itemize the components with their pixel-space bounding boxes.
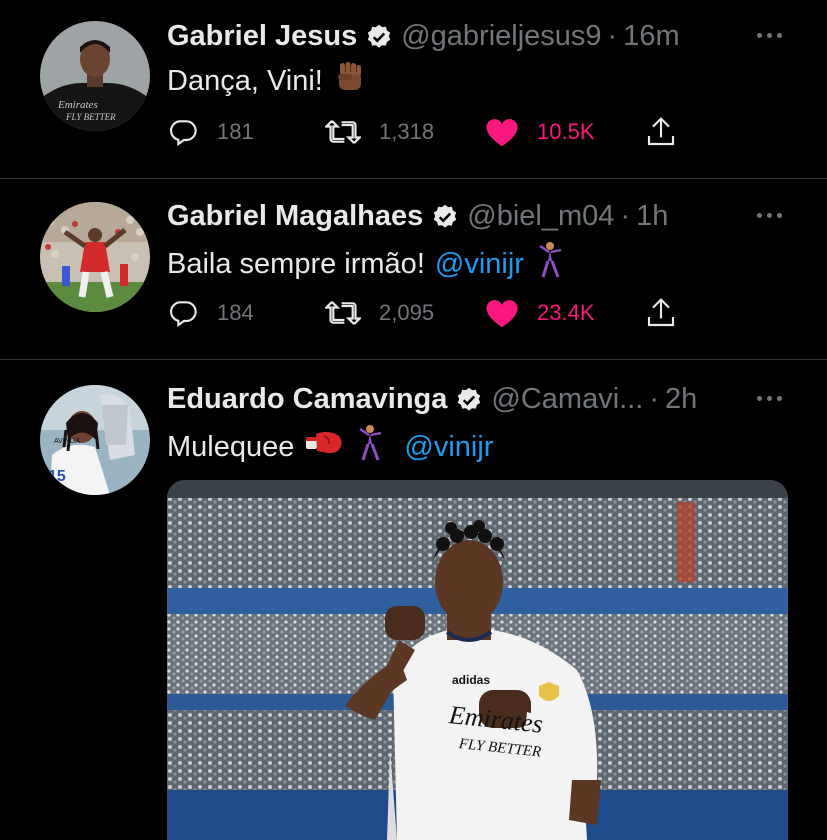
mention-link[interactable]: @vinijr [435, 248, 524, 281]
svg-text:adidas: adidas [452, 673, 490, 687]
reply-count: 184 [217, 300, 254, 325]
tweet-actions: 184 2,095 23.4K [167, 297, 687, 331]
avatar[interactable] [40, 202, 150, 312]
display-name[interactable]: Gabriel Magalhaes [167, 200, 423, 233]
like-count: 10.5K [537, 119, 595, 144]
svg-text:Emirates: Emirates [57, 99, 98, 111]
avatar[interactable]: Emirates FLY BETTER [40, 21, 150, 131]
reply-button[interactable]: 181 [167, 116, 254, 148]
retweet-count: 1,318 [379, 119, 435, 144]
avatar[interactable]: 15 AVINGA [40, 385, 150, 495]
dancer-emoji-icon [534, 241, 566, 287]
tweet-header: Gabriel Jesus @gabrieljesus9 · 16m [167, 16, 767, 56]
tweet-text: Mulequee @vinijr [167, 424, 493, 470]
more-icon[interactable] [755, 383, 785, 413]
verified-badge-icon [365, 23, 393, 51]
svg-text:FLY BETTER: FLY BETTER [65, 112, 116, 122]
tweet[interactable]: Emirates FLY BETTER Gabriel Jesus @gabri… [0, 0, 827, 179]
tweet-header: Eduardo Camavinga @Camavi... · 2h [167, 379, 767, 419]
raised-fist-emoji-icon [333, 60, 367, 102]
share-icon [647, 117, 675, 146]
like-button[interactable]: 10.5K [485, 116, 595, 148]
retweet-count: 2,095 [379, 300, 435, 325]
verified-badge-icon [455, 386, 483, 414]
tweet-body: Mulequee [167, 430, 295, 463]
reply-icon [170, 301, 197, 328]
retweet-icon [325, 120, 361, 144]
reply-count: 181 [217, 119, 254, 144]
share-button[interactable] [646, 297, 676, 329]
user-handle[interactable]: @Camavi... [491, 383, 643, 416]
tweet-body: Dança, Vini! [167, 64, 323, 97]
heart-icon [486, 300, 518, 328]
like-count: 23.4K [537, 300, 595, 325]
share-button[interactable] [646, 116, 676, 148]
separator-dot: · [620, 199, 631, 232]
dancer-emoji-icon [354, 424, 386, 470]
tweet[interactable]: 15 AVINGA Eduardo Camavinga @Camavi... ·… [0, 360, 827, 840]
retweet-button[interactable]: 2,095 [325, 297, 434, 329]
tweet-body: Baila sempre irmão! [167, 247, 425, 280]
user-handle[interactable]: @gabrieljesus9 [401, 20, 601, 53]
boxing-glove-emoji-icon [304, 428, 344, 466]
retweet-button[interactable]: 1,318 [325, 116, 434, 148]
like-button[interactable]: 23.4K [485, 297, 595, 329]
more-icon[interactable] [755, 20, 785, 50]
verified-badge-icon [431, 203, 459, 231]
share-icon [647, 298, 675, 327]
svg-text:15: 15 [48, 468, 66, 485]
reply-button[interactable]: 184 [167, 297, 254, 329]
timestamp[interactable]: 2h [665, 383, 697, 416]
tweet-header: Gabriel Magalhaes @biel_m04 · 1h [167, 196, 767, 236]
svg-text:AVINGA: AVINGA [54, 438, 80, 445]
tweet-media-photo[interactable]: adidas Emirates FLY BETTER [167, 480, 788, 840]
display-name[interactable]: Eduardo Camavinga [167, 383, 447, 416]
separator-dot: · [649, 382, 659, 415]
tweet-actions: 181 1,318 10.5K [167, 116, 687, 150]
reply-icon [170, 120, 197, 147]
separator-dot: · [607, 19, 618, 52]
user-handle[interactable]: @biel_m04 [467, 200, 614, 233]
heart-icon [486, 119, 518, 147]
timestamp[interactable]: 1h [636, 200, 668, 233]
tweet[interactable]: Gabriel Magalhaes @biel_m04 · 1h Baila s… [0, 178, 827, 360]
timestamp[interactable]: 16m [623, 20, 679, 53]
display-name[interactable]: Gabriel Jesus [167, 20, 357, 53]
tweet-text: Baila sempre irmão! @vinijr [167, 241, 566, 287]
more-icon[interactable] [755, 200, 785, 230]
tweet-text: Dança, Vini! [167, 60, 367, 102]
mention-link[interactable]: @vinijr [404, 431, 493, 464]
retweet-icon [325, 301, 361, 325]
